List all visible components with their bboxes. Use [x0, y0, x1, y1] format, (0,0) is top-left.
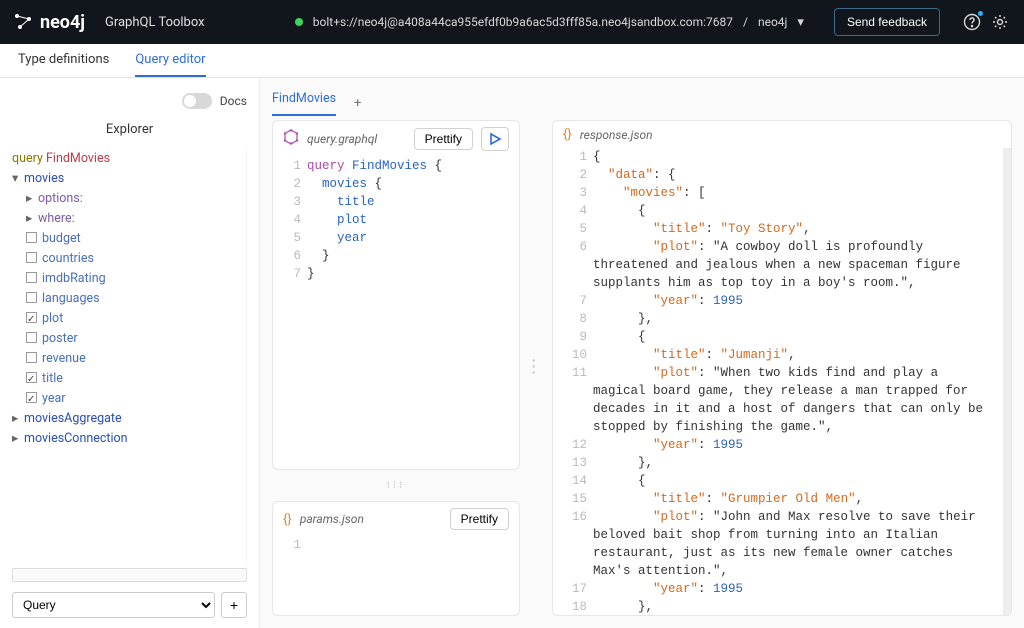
- connection-db: neo4j: [758, 15, 787, 29]
- editor-tabs: FindMovies +: [272, 86, 1012, 120]
- docs-toggle[interactable]: [182, 93, 212, 109]
- logo-dots-icon: [14, 13, 32, 31]
- add-tab-button[interactable]: +: [354, 96, 361, 111]
- horizontal-scrollbar[interactable]: [12, 568, 247, 582]
- explorer-tree[interactable]: query FindMovies movies options: where: …: [12, 149, 247, 562]
- options-arg[interactable]: options:: [38, 191, 83, 206]
- docs-label: Docs: [220, 94, 247, 108]
- connection-selector[interactable]: bolt+s://neo4j@a408a44ca955efdf0b9a6ac5d…: [295, 15, 804, 30]
- editor-column: query.graphql Prettify 1query FindMovies…: [272, 120, 520, 616]
- graphql-icon: [283, 129, 299, 149]
- response-code-area[interactable]: 1{2 "data": {3 "movies": [4 {5 "title": …: [553, 148, 1003, 615]
- chevron-right-icon[interactable]: [12, 429, 22, 449]
- prettify-params-button[interactable]: Prettify: [450, 508, 509, 530]
- tab-query-editor[interactable]: Query editor: [135, 52, 205, 77]
- where-arg[interactable]: where:: [38, 211, 75, 226]
- params-editor-card: {} params.json Prettify 1: [272, 501, 520, 616]
- json-icon: {}: [283, 512, 292, 527]
- prettify-query-button[interactable]: Prettify: [414, 128, 473, 150]
- work-area: FindMovies + query.graphql Prettify: [260, 78, 1024, 628]
- app-header: neo4j GraphQL Toolbox bolt+s://neo4j@a40…: [0, 0, 1024, 44]
- params-filename: params.json: [300, 512, 364, 526]
- connection-url: bolt+s://neo4j@a408a44ca955efdf0b9a6ac5d…: [313, 15, 733, 29]
- notification-dot-icon: [978, 11, 983, 16]
- field-checkbox[interactable]: [26, 312, 37, 323]
- main-area: Docs Explorer query FindMovies movies op…: [0, 78, 1024, 628]
- connection-status-dot-icon: [295, 18, 303, 26]
- chevron-right-icon[interactable]: [26, 209, 36, 229]
- type-movies[interactable]: movies: [24, 171, 64, 186]
- field-checkbox[interactable]: [26, 232, 37, 243]
- tab-type-definitions[interactable]: Type definitions: [18, 52, 109, 77]
- type-movies-aggregate[interactable]: moviesAggregate: [24, 411, 122, 426]
- field-checkbox[interactable]: [26, 372, 37, 383]
- app-title: GraphQL Toolbox: [105, 15, 205, 30]
- connection-sep: /: [743, 15, 748, 29]
- params-code-area[interactable]: 1: [273, 536, 519, 615]
- chevron-right-icon[interactable]: [12, 409, 22, 429]
- operation-select[interactable]: Query: [12, 592, 215, 618]
- chevron-right-icon[interactable]: [26, 189, 36, 209]
- send-feedback-button[interactable]: Send feedback: [834, 8, 940, 36]
- add-operation-button[interactable]: +: [221, 592, 247, 618]
- run-query-button[interactable]: [481, 127, 509, 151]
- editor-tab-findmovies[interactable]: FindMovies: [272, 91, 336, 116]
- field-checkbox[interactable]: [26, 292, 37, 303]
- field-checkbox[interactable]: [26, 332, 37, 343]
- response-filename: response.json: [580, 128, 653, 142]
- explorer-title: Explorer: [12, 122, 247, 137]
- response-panel: {} response.json 1{2 "data": {3 "movies"…: [552, 120, 1012, 616]
- editor-filename: query.graphql: [307, 132, 377, 146]
- settings-icon[interactable]: [990, 12, 1010, 32]
- chevron-down-icon: ▾: [797, 15, 804, 30]
- help-icon[interactable]: [962, 12, 982, 32]
- field-checkbox[interactable]: [26, 272, 37, 283]
- horizontal-resize-handle[interactable]: •••: [532, 359, 540, 377]
- json-icon: {}: [563, 127, 572, 142]
- field-checkbox[interactable]: [26, 392, 37, 403]
- query-editor-card: query.graphql Prettify 1query FindMovies…: [272, 120, 520, 470]
- main-tabs: Type definitions Query editor: [0, 44, 1024, 78]
- chevron-down-icon[interactable]: [12, 169, 22, 189]
- vertical-resize-handle[interactable]: ⁝⁝⁝: [272, 480, 520, 491]
- query-code-area[interactable]: 1query FindMovies {2 movies {3 title4 pl…: [273, 157, 519, 469]
- type-movies-connection[interactable]: moviesConnection: [24, 431, 128, 446]
- neo4j-logo: neo4j: [14, 12, 85, 33]
- field-checkbox[interactable]: [26, 352, 37, 363]
- field-checkbox[interactable]: [26, 252, 37, 263]
- explorer-sidebar: Docs Explorer query FindMovies movies op…: [0, 78, 260, 628]
- vertical-scrollbar[interactable]: [1003, 148, 1011, 615]
- logo-text: neo4j: [40, 12, 85, 33]
